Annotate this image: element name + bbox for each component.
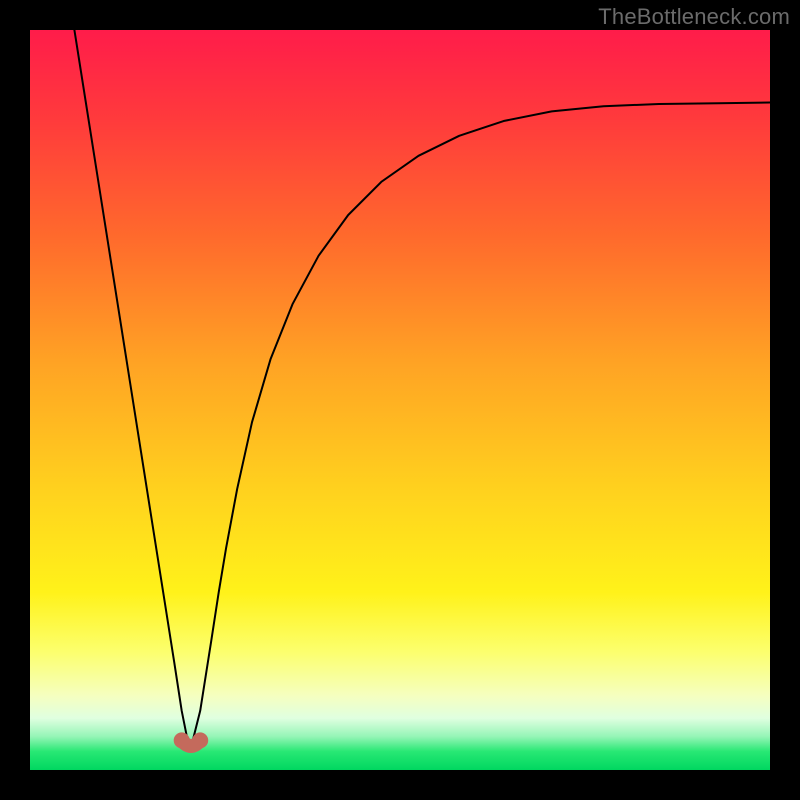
left-joint-marker <box>174 732 190 748</box>
right-joint-marker <box>192 732 208 748</box>
bottleneck-plot <box>30 30 770 770</box>
watermark-text: TheBottleneck.com <box>598 4 790 30</box>
chart-frame: TheBottleneck.com <box>0 0 800 800</box>
gradient-background <box>30 30 770 770</box>
